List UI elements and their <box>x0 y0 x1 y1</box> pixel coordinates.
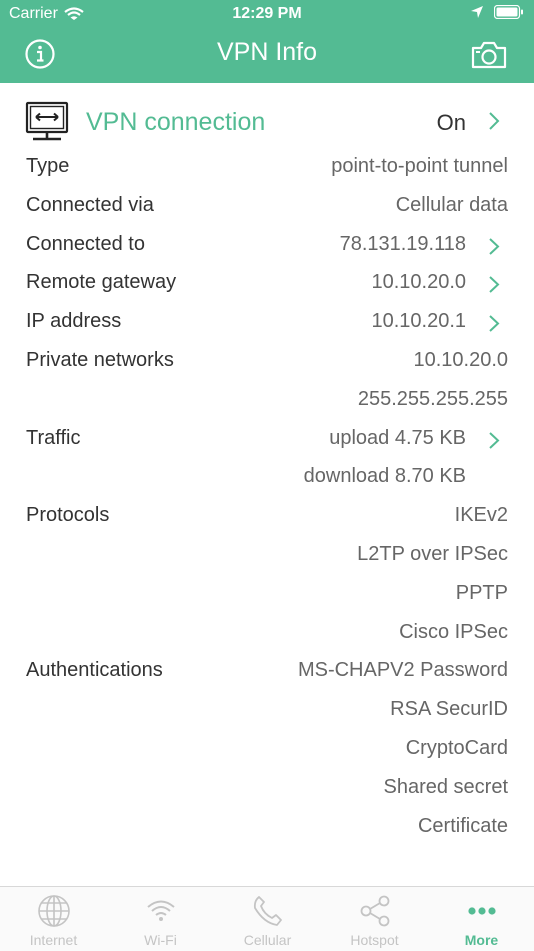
info-row-value: 78.131.19.118 <box>339 232 466 255</box>
info-row-value: Cellular data <box>395 193 508 216</box>
chevron-right-icon[interactable] <box>488 111 500 131</box>
info-row-value: 10.10.20.0 <box>371 271 466 294</box>
info-row: 255.255.255.255 <box>0 381 534 420</box>
header: Carrier 12:29 PM VPN Info <box>0 0 534 83</box>
info-row[interactable]: Connected to 78.131.19.118 <box>0 226 534 265</box>
info-row: Private networks 10.10.20.0 <box>0 342 534 381</box>
info-row-value: PPTP <box>455 581 508 604</box>
info-row-label: IP address <box>26 310 122 333</box>
info-row: Type point-to-point tunnel <box>0 148 534 187</box>
vpn-connection-row[interactable]: VPN connection On <box>0 98 534 146</box>
battery-icon <box>494 5 523 19</box>
info-row-label: Traffic <box>26 426 81 449</box>
info-row: Certificate <box>0 808 534 847</box>
info-row-value: 255.255.255.255 <box>357 387 508 410</box>
info-row[interactable]: Remote gateway 10.10.20.0 <box>0 264 534 303</box>
info-row: Protocols IKEv2 <box>0 497 534 536</box>
chevron-right-icon[interactable] <box>488 237 500 256</box>
status-bar: Carrier 12:29 PM <box>0 0 534 28</box>
info-row-value: MS-CHAPV2 Password <box>297 659 508 682</box>
chevron-right-icon[interactable] <box>488 275 500 294</box>
info-row: Authentications MS-CHAPV2 Password <box>0 652 534 691</box>
info-row: RSA SecurID <box>0 691 534 730</box>
tab-label: Cellular <box>243 932 292 948</box>
info-row-value: Shared secret <box>383 775 508 798</box>
tab-label: More <box>464 932 499 948</box>
chevron-right-icon[interactable] <box>488 314 500 333</box>
info-row: CryptoCard <box>0 730 534 769</box>
tab-hotspot[interactable]: Hotspot <box>321 887 428 951</box>
phone-icon <box>253 896 282 926</box>
camera-icon[interactable] <box>470 40 508 70</box>
info-row-value: Certificate <box>417 814 508 837</box>
info-row-value: 10.10.20.0 <box>413 348 508 371</box>
vpn-status-value: On <box>436 110 466 135</box>
vpn-connection-title: VPN connection <box>86 108 266 136</box>
info-row-value: L2TP over IPSec <box>357 542 508 565</box>
info-row: L2TP over IPSec <box>0 536 534 575</box>
info-row: PPTP <box>0 575 534 614</box>
status-right <box>470 5 524 19</box>
tab-internet[interactable]: Internet <box>0 887 107 951</box>
info-row: Connected via Cellular data <box>0 187 534 226</box>
info-row[interactable]: Traffic upload 4.75 KB <box>0 420 534 459</box>
info-row: Cisco IPSec <box>0 614 534 653</box>
info-row-value: 10.10.20.1 <box>371 310 466 333</box>
chevron-right-icon[interactable] <box>488 431 500 450</box>
clock: 12:29 PM <box>232 5 302 22</box>
tab-label: Wi-Fi <box>144 932 177 948</box>
info-row-value: RSA SecurID <box>390 698 508 721</box>
info-row-label: Type <box>26 155 70 177</box>
tab-wi-fi[interactable]: Wi-Fi <box>107 887 214 951</box>
info-row-value: Cisco IPSec <box>399 620 508 643</box>
info-row: download 8.70 KB <box>0 458 534 497</box>
info-row-value: upload 4.75 KB <box>329 426 466 449</box>
info-row-label: Connected to <box>26 232 145 255</box>
wifi-icon <box>147 900 175 921</box>
tab-bar: Internet Wi-Fi Cellular Hotspot More <box>0 886 534 951</box>
info-row-label: Remote gateway <box>26 271 177 294</box>
info-row-value: IKEv2 <box>454 504 508 527</box>
info-row-value: download 8.70 KB <box>303 465 466 488</box>
tab-more[interactable]: More <box>428 887 534 951</box>
info-row-label: Connected via <box>26 193 154 216</box>
tab-label: Internet <box>29 932 78 948</box>
more-icon <box>468 907 496 915</box>
location-arrow-icon <box>471 6 483 18</box>
globe-icon <box>38 895 70 927</box>
info-row: Shared secret <box>0 769 534 808</box>
share-icon <box>360 895 390 927</box>
info-row-label: Protocols <box>26 504 110 527</box>
info-row-label: Authentications <box>26 659 163 682</box>
tab-label: Hotspot <box>350 932 399 948</box>
vpn-details: VPN connection On Type point-to-point tun… <box>0 98 534 837</box>
vpn-monitor-icon <box>25 101 69 141</box>
info-row-value: CryptoCard <box>405 736 508 759</box>
tab-cellular[interactable]: Cellular <box>214 887 321 951</box>
info-row-value: point-to-point tunnel <box>331 155 508 177</box>
info-row-label: Private networks <box>26 348 174 371</box>
page-title: VPN Info <box>216 38 318 66</box>
info-list: Type point-to-point tunnel Connected via Ce… <box>0 148 534 846</box>
info-row[interactable]: IP address 10.10.20.1 <box>0 303 534 342</box>
